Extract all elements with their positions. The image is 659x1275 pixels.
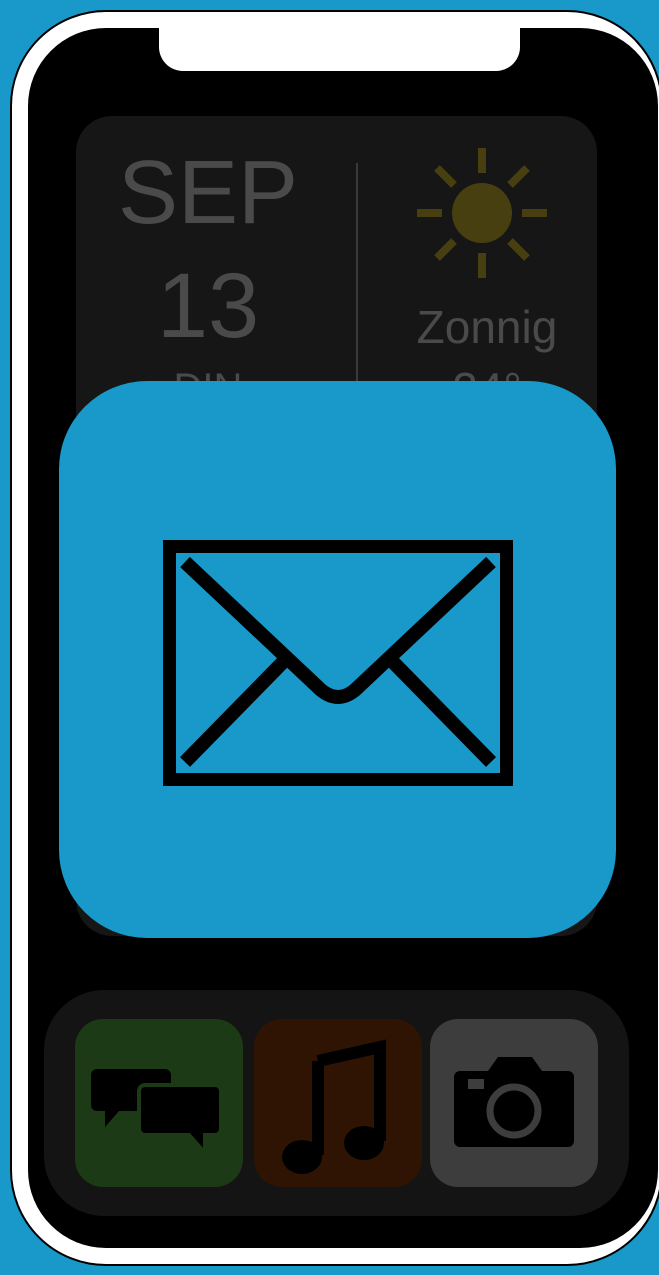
weather-condition: Zonnig <box>416 301 558 353</box>
phone-notch <box>157 28 522 73</box>
mail-app-icon-enlarged[interactable] <box>59 381 616 938</box>
camera-icon <box>454 1057 574 1147</box>
messages-app-button[interactable] <box>75 1019 243 1187</box>
camera-app-button[interactable] <box>430 1019 598 1187</box>
widget-divider <box>356 163 358 383</box>
music-app-button[interactable] <box>254 1019 422 1187</box>
music-note-icon <box>282 1039 386 1174</box>
mail-envelope-icon <box>163 540 513 786</box>
date-day: 13 <box>156 255 260 357</box>
chat-bubbles-icon <box>91 1069 223 1159</box>
date-month: SEP <box>117 143 299 243</box>
sun-icon <box>417 148 547 278</box>
